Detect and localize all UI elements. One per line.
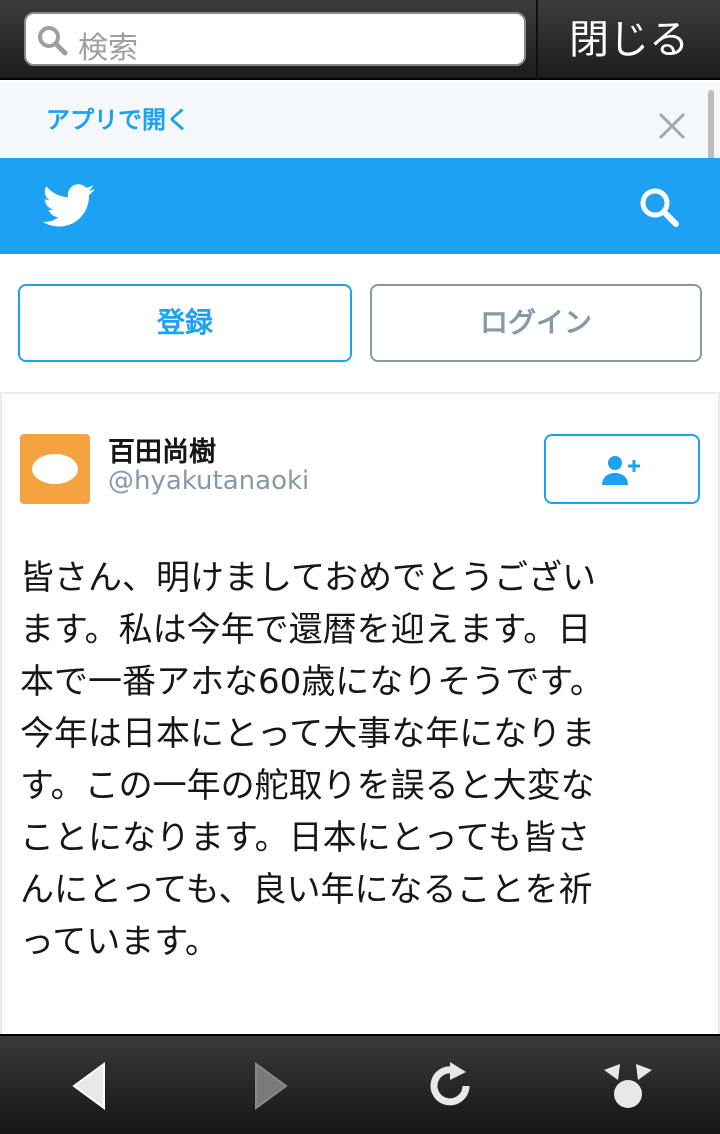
search-icon	[38, 26, 68, 56]
close-browser-button[interactable]: 閉じる	[536, 0, 720, 80]
register-button[interactable]: 登録	[18, 284, 352, 362]
browser-bottom-bar	[0, 1034, 720, 1134]
tweet-text: 皆さん、明けましておめでとうござい ます。私は今年で還暦を迎えます。日 本で一番…	[20, 558, 604, 962]
login-button[interactable]: ログイン	[370, 284, 702, 362]
follow-user-icon	[602, 456, 640, 485]
user-handle[interactable]: @hyakutanaoki	[108, 466, 309, 496]
browser-search-input[interactable]: 検索	[24, 12, 526, 66]
twitter-search-icon[interactable]	[636, 184, 682, 230]
refresh-icon[interactable]	[422, 1058, 478, 1114]
close-icon[interactable]	[656, 110, 688, 142]
browser-toolbar: 検索 閉じる	[0, 0, 720, 80]
back-arrow-icon[interactable]	[64, 1058, 120, 1114]
forward-arrow-icon[interactable]	[240, 1058, 296, 1114]
twitter-header	[0, 158, 720, 254]
card-divider	[0, 392, 720, 394]
avatar[interactable]	[20, 434, 90, 504]
user-name[interactable]: 百田尚樹	[108, 430, 216, 469]
follow-button[interactable]	[544, 434, 700, 504]
app-banner: アプリで開く	[0, 82, 720, 158]
open-in-app-link[interactable]: アプリで開く	[46, 100, 190, 135]
avatar-egg-shape	[32, 454, 78, 484]
twitter-bird-icon[interactable]	[42, 184, 96, 228]
card-border-left	[0, 394, 2, 1034]
share-icon[interactable]	[600, 1058, 656, 1114]
search-placeholder: 検索	[78, 31, 138, 66]
